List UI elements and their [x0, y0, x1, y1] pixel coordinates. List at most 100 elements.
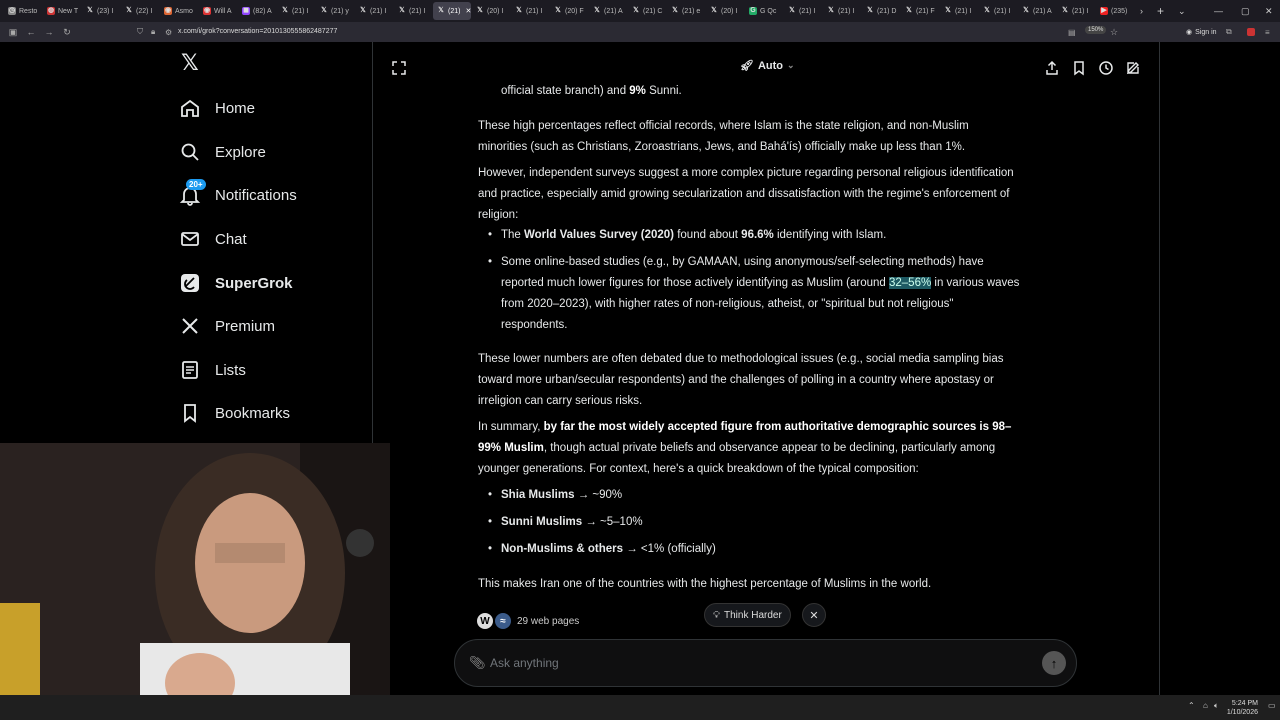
- home-icon: [179, 97, 201, 119]
- selected-text[interactable]: 32–56%: [888, 277, 932, 289]
- browser-tab[interactable]: 𝕏 (21) I: [940, 2, 978, 20]
- permissions-icon[interactable]: ⚙: [165, 28, 172, 37]
- browser-tab[interactable]: 𝕏 (20) I: [472, 2, 510, 20]
- tab-scroll-right-icon[interactable]: ›: [1140, 0, 1143, 22]
- browser-tab[interactable]: 𝕏 (20) F: [550, 2, 588, 20]
- expand-icon[interactable]: [391, 60, 407, 76]
- tray-chevron-icon[interactable]: ⌃: [1188, 701, 1195, 710]
- x-logo-icon[interactable]: 𝕏: [181, 51, 199, 76]
- new-chat-icon[interactable]: [1125, 60, 1141, 76]
- list-item: Sunni Muslims → ~5–10%: [488, 512, 643, 533]
- think-harder-button[interactable]: 💡︎ Think Harder: [704, 603, 791, 627]
- send-button[interactable]: ↑: [1042, 651, 1066, 675]
- browser-tab[interactable]: 𝕏 (21) I: [277, 2, 315, 20]
- x-favicon-icon: 𝕏: [633, 7, 639, 14]
- browser-tab[interactable]: 𝕏 (21) I: [511, 2, 549, 20]
- browser-tab[interactable]: ◉ Will A: [199, 2, 237, 20]
- extension-badge-icon[interactable]: [1247, 28, 1255, 36]
- minimize-button[interactable]: —: [1214, 0, 1223, 22]
- volume-icon[interactable]: 🔈︎: [1214, 701, 1219, 711]
- back-icon[interactable]: ←: [22, 27, 40, 37]
- browser-tab[interactable]: 𝕏 (21) y: [316, 2, 354, 20]
- browser-tab[interactable]: ◷ Resto: [4, 2, 42, 20]
- browser-tab[interactable]: GG Qc: [745, 2, 783, 20]
- x-favicon-icon: 𝕏: [906, 7, 912, 14]
- sidebar-item-notifications[interactable]: 20+ Notifications: [179, 179, 297, 210]
- tab-label: (21) y: [331, 7, 349, 15]
- browser-tab[interactable]: 𝕏 (21) I: [823, 2, 861, 20]
- lock-icon[interactable]: 🔒︎: [151, 27, 155, 37]
- tab-label: (235): [1111, 7, 1128, 15]
- sidebar-item-chat[interactable]: Chat: [179, 224, 247, 254]
- ask-input[interactable]: [490, 656, 1010, 670]
- new-tab-button[interactable]: +: [1157, 0, 1164, 22]
- tab-label: New T: [58, 7, 79, 15]
- attach-icon[interactable]: 📎︎: [469, 655, 486, 671]
- forward-icon[interactable]: →: [40, 27, 58, 37]
- extensions-icon[interactable]: ⧉: [1226, 27, 1232, 37]
- os-taskbar: ⌃ ⌂ 🔈︎ 5:24 PM 1/10/2026 ▭: [0, 695, 1280, 720]
- sources-button[interactable]: W ≈ 29 web pages: [477, 610, 579, 632]
- sidebar-item-bookmarks[interactable]: Bookmarks: [179, 398, 290, 428]
- browser-tab[interactable]: 𝕏 (21) F: [901, 2, 939, 20]
- paragraph-2: However, independent surveys suggest a m…: [478, 167, 1014, 221]
- sidebar-item-premium[interactable]: Premium: [179, 311, 275, 341]
- lightbulb-icon: 💡︎: [713, 609, 720, 621]
- browser-tab[interactable]: 𝕏 (21) I: [1057, 2, 1095, 20]
- sidebar-item-label: SuperGrok: [215, 274, 293, 292]
- browser-tab[interactable]: 𝕏 (21) D: [862, 2, 900, 20]
- bookmark-icon[interactable]: [1071, 60, 1087, 76]
- close-icon[interactable]: ✕: [802, 603, 826, 627]
- browser-tab[interactable]: 𝕏 (20) I: [706, 2, 744, 20]
- browser-tab[interactable]: 𝕏 (21) e: [667, 2, 705, 20]
- sidebar-toggle-icon[interactable]: ▣: [4, 27, 22, 38]
- bookmark-star-icon[interactable]: ☆: [1110, 27, 1118, 38]
- close-window-button[interactable]: ✕: [1265, 0, 1273, 22]
- browser-tab[interactable]: 𝕏 (21) I: [355, 2, 393, 20]
- shield-icon[interactable]: ⛉: [137, 27, 143, 37]
- close-tab-icon[interactable]: ✕: [465, 7, 471, 15]
- tab-label: (21) I: [292, 7, 309, 15]
- sidebar-item-lists[interactable]: Lists: [179, 355, 246, 385]
- browser-tab[interactable]: 𝕏 (21) A: [1018, 2, 1056, 20]
- browser-tab[interactable]: 𝕏 (21) I: [979, 2, 1017, 20]
- sign-in-button[interactable]: ◉ Sign in: [1186, 28, 1217, 37]
- clock[interactable]: 5:24 PM 1/10/2026: [1227, 699, 1258, 717]
- model-mode-label: Auto: [757, 59, 784, 72]
- sidebar-item-explore[interactable]: Explore: [179, 137, 266, 167]
- tab-list-icon[interactable]: ⌄: [1178, 0, 1186, 22]
- sidebar-item-supergrok[interactable]: SuperGrok: [179, 268, 293, 298]
- notification-icon[interactable]: ▭: [1268, 701, 1276, 710]
- browser-tab[interactable]: 𝕏 (21) C: [628, 2, 666, 20]
- browser-tab[interactable]: 𝕏 (22) I: [121, 2, 159, 20]
- browser-tab[interactable]: 𝕏 (21) I: [784, 2, 822, 20]
- x-favicon-icon: 𝕏: [87, 7, 93, 14]
- share-icon[interactable]: [1044, 60, 1060, 76]
- browser-tab[interactable]: ◉ Asmo: [160, 2, 198, 20]
- browser-tab[interactable]: 𝕏 (21) I: [394, 2, 432, 20]
- network-icon[interactable]: ⌂: [1203, 701, 1208, 710]
- browser-tab[interactable]: ▶ (235): [1096, 2, 1134, 20]
- history-icon[interactable]: [1098, 60, 1114, 76]
- browser-tab[interactable]: ◍ New T: [43, 2, 81, 20]
- browser-tab[interactable]: 𝕏 (21) ✕: [433, 2, 471, 20]
- x-favicon-icon: 𝕏: [672, 7, 678, 14]
- reload-icon[interactable]: ↻: [58, 27, 76, 38]
- think-harder-label: Think Harder: [724, 609, 782, 621]
- maximize-button[interactable]: ▢: [1241, 0, 1250, 22]
- menu-icon[interactable]: ≡: [1265, 28, 1270, 37]
- browser-tab[interactable]: 𝕏 (21) A: [589, 2, 627, 20]
- paragraph-4: In summary, by far the most widely accep…: [478, 421, 1012, 475]
- browser-tab[interactable]: ◼ (82) A: [238, 2, 276, 20]
- tab-label: (23) I: [97, 7, 114, 15]
- reader-view-icon[interactable]: ▤: [1068, 28, 1076, 37]
- model-mode-selector[interactable]: 🚀︎ Auto ⌄: [740, 59, 795, 73]
- x-favicon-icon: 𝕏: [945, 7, 951, 14]
- tab-label: (21) I: [526, 7, 543, 15]
- sidebar-item-home[interactable]: Home: [179, 93, 255, 123]
- tab-label: Asmo: [175, 7, 193, 15]
- zoom-badge[interactable]: 150%: [1085, 26, 1107, 34]
- browser-tab[interactable]: 𝕏 (23) I: [82, 2, 120, 20]
- rocket-icon: 🚀︎: [740, 60, 754, 72]
- url-field[interactable]: x.com/i/grok?conversation=20101305558624…: [178, 28, 337, 35]
